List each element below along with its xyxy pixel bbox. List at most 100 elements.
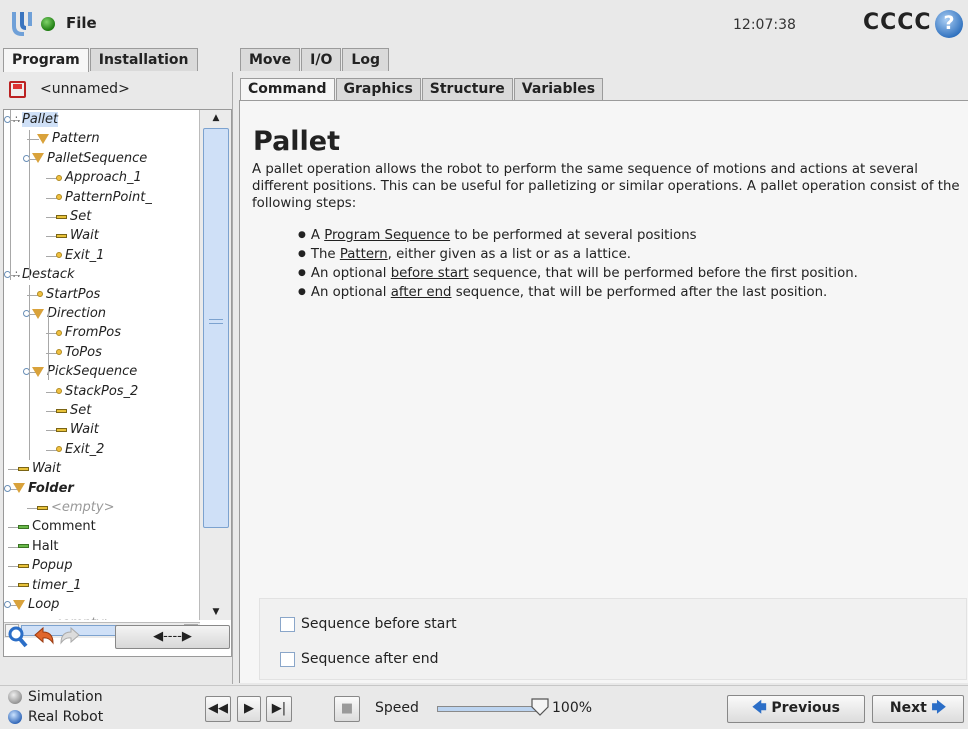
- tree-node[interactable]: StartPos: [37, 285, 100, 304]
- tree-node[interactable]: ∴ Pallet: [4, 110, 59, 129]
- save-icon[interactable]: [9, 81, 26, 98]
- tab-log[interactable]: Log: [342, 48, 389, 71]
- folder-triangle-icon: [32, 308, 44, 319]
- move-node-button[interactable]: ◀----▶: [115, 625, 230, 649]
- scroll-thumb[interactable]: [203, 128, 229, 528]
- tree-node[interactable]: Direction: [23, 304, 106, 323]
- tree-node[interactable]: Popup: [18, 556, 73, 575]
- undo-icon[interactable]: [31, 625, 57, 649]
- tree-node[interactable]: PalletSequence: [23, 149, 147, 168]
- tree-node[interactable]: ToPos: [56, 343, 102, 362]
- program-name: <unnamed>: [40, 81, 130, 97]
- checkbox-label: Sequence after end: [301, 651, 439, 667]
- sequence-after-end-checkbox[interactable]: [280, 651, 295, 667]
- tree-node-label: <empty>: [51, 500, 115, 515]
- link-pattern[interactable]: Pattern: [340, 247, 388, 262]
- tab-move[interactable]: Move: [240, 48, 301, 71]
- simulation-radio[interactable]: [8, 690, 22, 704]
- tree-node-label: Folder: [28, 480, 74, 496]
- tree-node[interactable]: Set: [56, 401, 91, 420]
- help-icon[interactable]: ?: [935, 10, 963, 38]
- step-button[interactable]: ▶|: [266, 696, 292, 722]
- tree-node[interactable]: PatternPoint_: [56, 188, 152, 207]
- tree-node[interactable]: Wait: [56, 420, 99, 439]
- tree-node[interactable]: Comment: [18, 517, 96, 536]
- link-before-start[interactable]: before start: [391, 266, 469, 281]
- file-menu[interactable]: File: [66, 14, 97, 32]
- main-tabs-left: Program Installation: [3, 48, 199, 73]
- tree-node[interactable]: Exit_1: [56, 246, 104, 265]
- tree-node[interactable]: Pattern: [37, 129, 100, 148]
- play-button[interactable]: ▶: [237, 696, 261, 722]
- link-after-end[interactable]: after end: [391, 285, 452, 300]
- bullet-text: sequence, that will be performed before …: [468, 266, 858, 281]
- tree-toolbar: ◀----▶: [3, 621, 232, 657]
- step-list: A Program Sequence to be performed at se…: [298, 227, 858, 303]
- slider-handle-icon[interactable]: [530, 697, 550, 717]
- tree-vertical-scrollbar[interactable]: ▲ ▼: [199, 110, 231, 620]
- tree-node[interactable]: Folder: [4, 479, 74, 498]
- grip-icon: [209, 319, 223, 324]
- folder-triangle-icon: [37, 133, 49, 144]
- speed-fill: [438, 707, 536, 711]
- tab-program[interactable]: Program: [3, 48, 89, 73]
- speed-slider[interactable]: [437, 706, 537, 712]
- simulation-option[interactable]: Simulation: [8, 689, 103, 705]
- stop-button[interactable]: ■: [334, 696, 360, 722]
- real-robot-option[interactable]: Real Robot: [8, 709, 103, 725]
- sequence-after-end-option[interactable]: Sequence after end: [280, 650, 438, 670]
- tree-node[interactable]: ∴ Destack: [4, 265, 75, 284]
- link-program-sequence[interactable]: Program Sequence: [324, 228, 450, 243]
- real-robot-radio[interactable]: [8, 710, 22, 724]
- tree-guide-line: [48, 310, 49, 380]
- expand-toggle-icon[interactable]: [4, 484, 11, 492]
- clock: 12:07:38: [733, 17, 796, 33]
- tab-io[interactable]: I/O: [301, 48, 342, 71]
- tree-node-label: Wait: [32, 461, 61, 477]
- sequence-before-start-option[interactable]: Sequence before start: [280, 615, 457, 635]
- file-status-icon: [41, 17, 55, 31]
- program-tree-panel: <unnamed> ∴ Pallet Pattern PalletSequence Ap…: [0, 72, 233, 684]
- tree-node-label: Comment: [32, 519, 96, 535]
- next-button[interactable]: Next 🡆: [872, 695, 964, 723]
- tab-variables[interactable]: Variables: [513, 78, 604, 100]
- search-icon[interactable]: [7, 625, 29, 649]
- arrow-right-icon: 🡆: [931, 700, 947, 716]
- tab-installation[interactable]: Installation: [89, 48, 198, 71]
- tree-node[interactable]: Wait: [56, 226, 99, 245]
- tab-structure[interactable]: Structure: [421, 78, 513, 100]
- tree-node[interactable]: Halt: [18, 537, 58, 556]
- tree-node-label: StartPos: [46, 286, 101, 302]
- tree-node[interactable]: FromPos: [56, 323, 121, 342]
- tree-node[interactable]: Exit_2: [56, 440, 104, 459]
- tab-command[interactable]: Command: [240, 78, 335, 102]
- tree-node[interactable]: <empty>: [37, 614, 115, 620]
- tree-node-label: Set: [70, 403, 92, 418]
- universal-robots-logo-icon: [12, 12, 32, 36]
- comment-icon: [18, 524, 29, 529]
- expand-toggle-icon[interactable]: [4, 601, 11, 608]
- command-icon: [18, 466, 29, 471]
- waypoint-icon: [56, 194, 62, 201]
- scroll-up-icon[interactable]: ▲: [200, 110, 231, 126]
- tree-node[interactable]: timer_1: [18, 576, 82, 595]
- tree-node[interactable]: <empty>: [37, 498, 115, 517]
- sequence-before-start-checkbox[interactable]: [280, 616, 295, 632]
- tree-guide-line: [10, 110, 11, 280]
- tree-node[interactable]: Set: [56, 207, 91, 226]
- tree-node[interactable]: StackPos_2: [56, 382, 138, 401]
- bullet-text: to be performed at several positions: [450, 228, 697, 243]
- tree-node[interactable]: PickSequence: [23, 362, 137, 381]
- redo-icon[interactable]: [57, 625, 83, 649]
- previous-button[interactable]: 🡄 Previous: [727, 695, 865, 723]
- tab-graphics[interactable]: Graphics: [335, 78, 421, 100]
- rewind-button[interactable]: ◀◀: [205, 696, 231, 722]
- command-icon: [37, 505, 48, 510]
- tree-node[interactable]: Approach_1: [56, 168, 142, 187]
- command-icon: [18, 563, 29, 568]
- tree-node[interactable]: Wait: [18, 459, 61, 478]
- tree-node[interactable]: Loop: [4, 595, 59, 614]
- folder-triangle-icon: [32, 366, 44, 377]
- scroll-down-icon[interactable]: ▼: [200, 604, 231, 620]
- bullet-text: The: [310, 247, 340, 262]
